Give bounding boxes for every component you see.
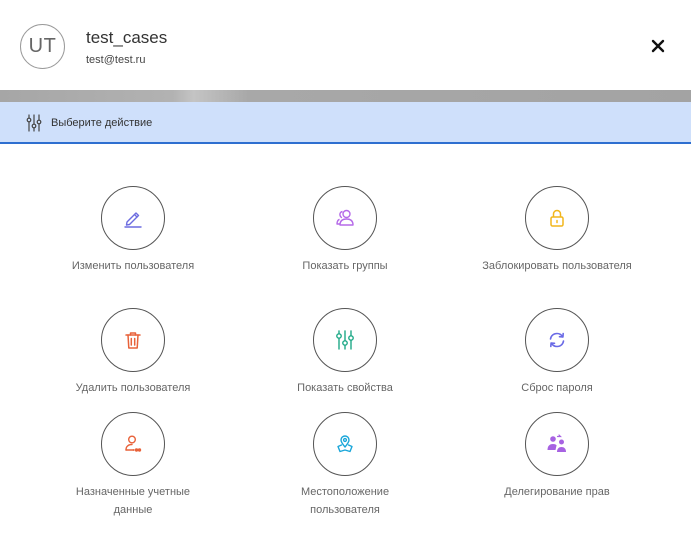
assigned-credentials-label: Назначенные учетные данные <box>75 486 191 516</box>
assigned-credentials-circle <box>101 412 165 476</box>
divider-strip <box>0 90 691 102</box>
show-properties-label: Показать свойства <box>297 382 393 394</box>
edit-user-circle <box>101 186 165 250</box>
trash-icon <box>125 332 141 349</box>
user-key-icon <box>125 435 142 452</box>
user-location-circle <box>313 412 377 476</box>
show-properties-button[interactable]: Показать свойства <box>270 308 420 397</box>
delegate-rights-circle <box>525 412 589 476</box>
delegate-icon <box>547 434 566 452</box>
user-header: UT test_cases test@test.ru <box>0 0 691 90</box>
delete-user-circle <box>101 308 165 372</box>
reset-password-label: Сброс пароля <box>521 382 593 394</box>
action-bar: Выберите действие <box>0 102 691 144</box>
block-user-label: Заблокировать пользователя <box>482 260 632 272</box>
user-email: test@test.ru <box>86 54 146 66</box>
users-icon <box>336 209 354 226</box>
show-properties-circle <box>313 308 377 372</box>
user-location-label: Местоположение пользователя <box>300 486 390 516</box>
user-name: test_cases <box>86 28 168 47</box>
delete-user-label: Удалить пользователя <box>75 382 191 394</box>
action-bar-label: Выберите действие <box>51 117 153 129</box>
reset-password-button[interactable]: Сброс пароля <box>482 308 632 397</box>
lock-icon <box>550 209 564 227</box>
sliders-icon <box>336 330 354 350</box>
edit-user-label: Изменить пользователя <box>71 260 195 272</box>
assigned-credentials-button[interactable]: Назначенные учетные данные <box>58 412 208 519</box>
show-groups-circle <box>313 186 377 250</box>
show-groups-label: Показать группы <box>302 260 388 272</box>
delegate-rights-label: Делегирование прав <box>504 486 610 498</box>
show-groups-button[interactable]: Показать группы <box>270 186 420 275</box>
edit-user-button[interactable]: Изменить пользователя <box>58 186 208 275</box>
delete-user-button[interactable]: Удалить пользователя <box>58 308 208 397</box>
user-location-button[interactable]: Местоположение пользователя <box>270 412 420 519</box>
block-user-circle <box>525 186 589 250</box>
block-user-button[interactable]: Заблокировать пользователя <box>482 186 632 275</box>
pencil-icon <box>124 212 142 228</box>
close-icon <box>651 39 665 53</box>
avatar: UT <box>20 24 65 69</box>
close-button[interactable] <box>647 35 669 57</box>
refresh-icon <box>549 332 565 348</box>
location-icon <box>337 435 353 453</box>
delegate-rights-button[interactable]: Делегирование прав <box>482 412 632 501</box>
sliders-icon <box>26 114 42 132</box>
reset-password-circle <box>525 308 589 372</box>
